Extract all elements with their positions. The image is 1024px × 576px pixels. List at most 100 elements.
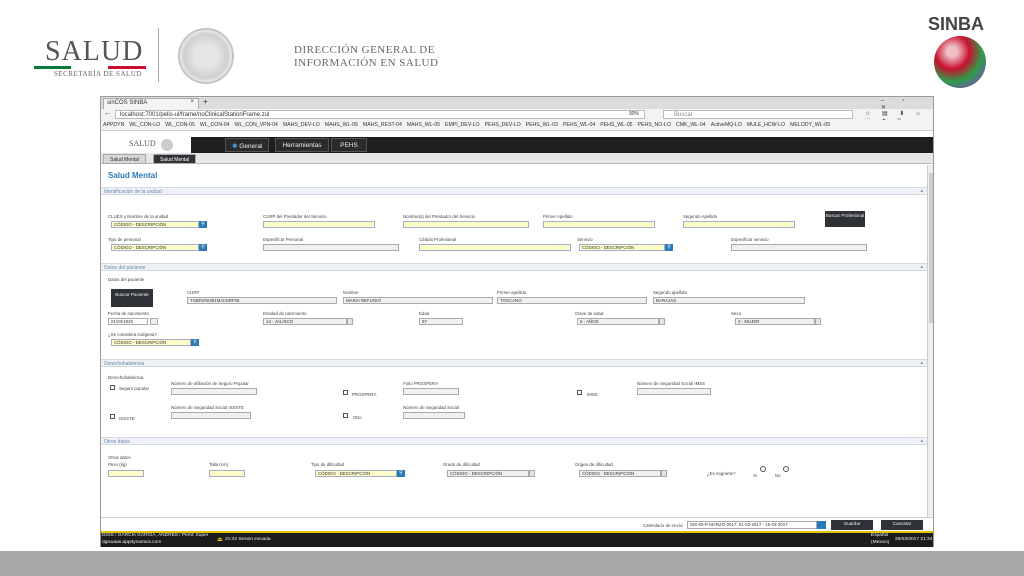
buscar-profesional-button[interactable]: Buscar Profesional [825, 211, 865, 227]
cedula-field[interactable] [419, 244, 571, 251]
bookmark-item[interactable]: PEHS_WL-03 [526, 122, 558, 128]
zoom-level[interactable]: 90% [629, 111, 639, 117]
chevron-down-icon[interactable] [661, 470, 667, 477]
bookmark-item[interactable]: WL_CON_VPN-04 [235, 122, 278, 128]
otro-checkbox[interactable] [343, 413, 348, 418]
close-icon[interactable]: × [190, 99, 194, 105]
tab-salud-mental-1[interactable]: Salud Mental [103, 154, 147, 164]
section-derechohabiencia[interactable]: Derechohabiencia ▴ [101, 359, 927, 367]
curp-prestador-field[interactable] [263, 221, 375, 228]
bookmark-item[interactable]: MAHS_WL-05 [325, 122, 358, 128]
migrante-si-radio[interactable] [760, 466, 766, 472]
section-otros-datos[interactable]: Otros datos ▴ [101, 437, 927, 445]
search-icon[interactable]: ⚲ [199, 221, 207, 228]
new-tab-button[interactable]: + [203, 97, 208, 106]
nss-field[interactable] [403, 412, 465, 419]
bookmarks-bar: APPDYN WL_CON-LO WL_CON-05 WL_CON-04 WL_CON_… [101, 120, 933, 131]
nombre-prestador-field[interactable] [403, 221, 529, 228]
bookmark-item[interactable]: APPDYN [103, 122, 124, 128]
bookmark-item[interactable]: WL_CON-05 [165, 122, 195, 128]
chevron-down-icon[interactable] [659, 318, 665, 325]
bookmark-item[interactable]: MAHS_REST-04 [363, 122, 402, 128]
search-icon[interactable]: ⚲ [397, 470, 405, 477]
calendario-select[interactable]: SIS-83-P-MARZO-2017: 01-03-2017 - 15-03-… [687, 521, 817, 529]
especificar-servicio-field[interactable] [731, 244, 867, 251]
nss-issste-field[interactable] [171, 412, 251, 419]
fecha-nacimiento-field[interactable]: 01/03/1920 [108, 318, 148, 325]
bookmark-item[interactable]: CMK_WL-04 [676, 122, 706, 128]
curp-field[interactable]: TOBR200361MJCSRF06 [187, 297, 337, 304]
scrollbar-thumb[interactable] [929, 173, 933, 323]
bookmark-item[interactable]: PEHS_NO-LO [638, 122, 671, 128]
bookmark-item[interactable]: WL_CON-LO [129, 122, 160, 128]
collapse-icon[interactable]: ▴ [920, 264, 923, 270]
bookmark-item[interactable]: PEHS_WL-04 [563, 122, 595, 128]
search-input[interactable]: Buscar [663, 110, 853, 119]
segundo-apellido-field[interactable] [683, 221, 795, 228]
edad-field[interactable]: 97 [419, 318, 463, 325]
nav-pehs[interactable]: PEHS [331, 138, 367, 152]
nombre-field[interactable]: MARIA REFUGIO [343, 297, 493, 304]
servicio-field[interactable]: CÓDIGO - DESCRIPCIÓN [579, 244, 665, 251]
segundo-apellido-pac-field[interactable]: BARAJAS [653, 297, 805, 304]
buscar-paciente-button[interactable]: Buscar Paciente [111, 289, 153, 307]
grado-dificultad-label: Grado de dificultad [443, 462, 480, 467]
cancelar-button[interactable]: Cancelar [881, 520, 923, 530]
collapse-icon[interactable]: ▴ [920, 360, 923, 366]
curp-label: CURP [187, 290, 200, 295]
imss-checkbox[interactable] [577, 390, 582, 395]
entidad-field[interactable]: 14 - JALISCO [263, 318, 347, 325]
chevron-down-icon[interactable] [347, 318, 353, 325]
collapse-icon[interactable]: ▴ [920, 188, 923, 194]
clues-field[interactable]: CÓDIGO - DESCRIPCIÓN [111, 221, 199, 228]
bookmark-item[interactable]: WL_CON-04 [200, 122, 230, 128]
chevron-down-icon[interactable] [815, 318, 821, 325]
section-datos-paciente[interactable]: Datos del paciente ▴ [101, 263, 927, 271]
issste-checkbox[interactable] [110, 414, 115, 419]
bookmark-item[interactable]: PEHS_WL-05 [600, 122, 632, 128]
primer-apellido-pac-field[interactable]: TOSCANO [497, 297, 647, 304]
search-icon[interactable]: ⚲ [199, 244, 207, 251]
especificar-personal-field[interactable] [263, 244, 399, 251]
nav-herramientas[interactable]: Herramientas [275, 138, 329, 152]
bookmark-item[interactable]: MELODY_WL-05 [790, 122, 830, 128]
browser-tab[interactable]: sinCOS SINBA × [103, 98, 199, 109]
primer-apellido-field[interactable] [543, 221, 655, 228]
chevron-down-icon[interactable] [817, 521, 826, 529]
folio-prospera-field[interactable] [403, 388, 459, 395]
grado-dificultad-field[interactable]: CÓDIGO - DESCRIPCIÓN [447, 470, 529, 477]
prospera-checkbox[interactable] [343, 390, 348, 395]
calendar-icon[interactable] [150, 318, 158, 325]
edad-label: Edad [419, 311, 430, 316]
scrollbar[interactable] [927, 165, 933, 517]
sexo-field[interactable]: 2 - MUJER [735, 318, 815, 325]
guardar-button[interactable]: Guardar [831, 520, 873, 530]
back-icon[interactable]: ← [104, 110, 111, 117]
search-icon[interactable]: ⚲ [191, 339, 199, 346]
afiliacion-field[interactable] [171, 388, 257, 395]
chevron-down-icon[interactable] [529, 470, 535, 477]
bookmark-item[interactable]: MAHS_WL-05 [407, 122, 440, 128]
bookmark-item[interactable]: EMPI_DEV-LO [445, 122, 480, 128]
section-identificacion[interactable]: Identificación de la unidad ▴ [101, 187, 927, 195]
tab-salud-mental-2[interactable]: Salud Mental [153, 154, 197, 164]
search-icon[interactable]: ⚲ [665, 244, 673, 251]
tipo-personal-field[interactable]: CÓDIGO - DESCRIPCIÓN [111, 244, 199, 251]
collapse-icon[interactable]: ▴ [920, 438, 923, 444]
talla-field[interactable] [209, 470, 245, 477]
clave-edad-field[interactable]: 5 - AÑOS [577, 318, 659, 325]
nss-imss-field[interactable] [637, 388, 711, 395]
bookmark-item[interactable]: MULE_HCW-LO [747, 122, 785, 128]
peso-field[interactable] [108, 470, 144, 477]
url-input[interactable]: localhost:7001/pelis-ui/frame/noClinical… [115, 110, 645, 119]
migrante-no-radio[interactable] [783, 466, 789, 472]
bookmark-item[interactable]: ActiveMQ-LO [711, 122, 742, 128]
indigena-field[interactable]: CÓDIGO - DESCRIPCIÓN [111, 339, 191, 346]
tipo-dificultad-field[interactable]: CÓDIGO - DESCRIPCIÓN [315, 470, 397, 477]
nav-general[interactable]: ✱ General [225, 138, 270, 152]
bookmark-item[interactable]: MAHS_DEV-LO [283, 122, 320, 128]
seguro-popular-checkbox[interactable] [110, 385, 115, 390]
bookmark-item[interactable]: PEHS_DEV-LO [485, 122, 521, 128]
origen-dificultad-field[interactable]: CÓDIGO - DESCRIPCIÓN [579, 470, 661, 477]
salud-subtitle: SECRETARÍA DE SALUD [54, 70, 142, 78]
